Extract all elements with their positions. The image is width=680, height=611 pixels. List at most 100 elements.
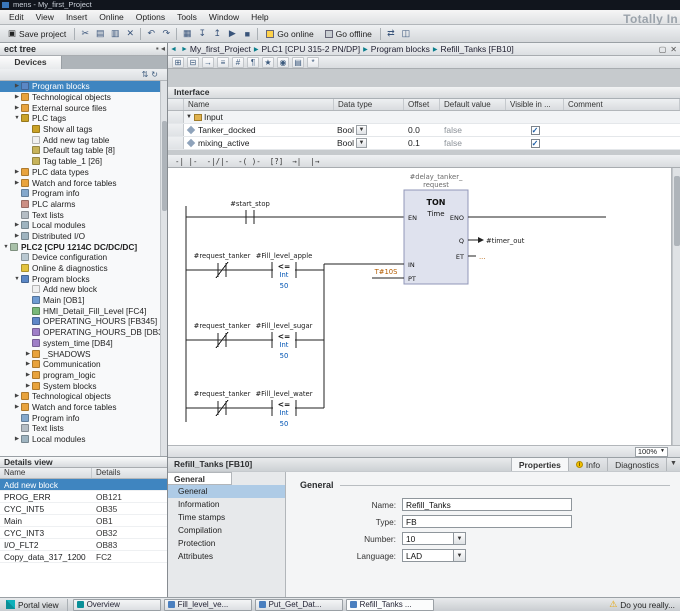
expand-arrow-icon[interactable]: ▶ [13,393,21,399]
expand-arrow-icon[interactable]: ▶ [24,383,32,389]
go-offline-button[interactable]: Go offline [320,27,377,41]
expand-arrow-icon[interactable]: ▶ [13,233,21,239]
menu-item[interactable]: Help [245,10,274,24]
number-dropdown-icon[interactable]: ▼ [454,532,466,545]
tree-item[interactable]: ▶ Distributed I/O [0,231,161,242]
expand-arrow-icon[interactable]: ▶ [24,361,32,367]
compare-operator[interactable]: <= [278,262,291,271]
details-row[interactable]: PROG_ERR OB121 [0,491,167,503]
interface-row-input-section[interactable]: ▼ Input [168,111,680,124]
tree-scrollbar-thumb[interactable] [162,121,167,211]
maximize-icon[interactable]: ▢ [659,45,667,54]
expand-arrow-icon[interactable]: ▼ [13,115,21,121]
variable-datatype[interactable]: Bool [337,138,354,148]
paste-icon[interactable]: ▥ [108,27,122,41]
upload-icon[interactable]: ↥ [210,27,224,41]
no-contact-icon[interactable]: -| |- [173,156,200,167]
interface-row-tanker-docked[interactable]: Tanker_docked Bool ▼ 0.0 false ✓ [168,124,680,137]
variable-name[interactable]: mixing_active [198,138,250,148]
comments-icon[interactable]: ¶ [247,57,259,68]
breadcrumb-item[interactable]: ▶ My_first_Project [190,44,251,54]
refresh-icon[interactable]: ↻ [151,70,158,79]
tree-item[interactable]: ▶ Technological objects [0,391,161,402]
editor-scrollbar-thumb[interactable] [674,176,680,246]
save-project-button[interactable]: ▣ Save project [3,27,71,41]
compile-icon[interactable]: ▦ [180,27,194,41]
compare-datatype[interactable]: Int [280,341,289,349]
editor-scrollbar[interactable] [672,168,680,445]
contact-request-tanker-operand[interactable]: #request_tanker [194,390,251,398]
tree-item[interactable]: ▶ Program blocks [0,81,161,92]
download-icon[interactable]: ↧ [195,27,209,41]
expand-arrow-icon[interactable]: ▶ [13,105,21,111]
insert-network-icon[interactable]: ⊞ [172,57,184,68]
menu-item[interactable]: Insert [60,10,93,24]
tree-item[interactable]: ▶ Local modules [0,434,161,445]
goto-icon[interactable]: → [202,57,214,68]
expand-arrow-icon[interactable]: ▶ [13,436,21,442]
crossref-icon[interactable]: ⇄ [384,27,398,41]
ladder-canvas[interactable]: #start_stop #delay_tanker_ request TON T… [168,168,672,445]
row-handle[interactable] [168,124,184,136]
properties-nav-item[interactable]: Attributes [168,550,285,563]
tab-properties[interactable]: Properties [511,458,568,471]
forward-icon[interactable]: ► [179,46,190,53]
visible-checkbox[interactable]: ✓ [531,139,540,148]
details-row[interactable]: Add new block [0,479,167,491]
datatype-dropdown-icon[interactable]: ▼ [356,125,367,135]
properties-nav-item[interactable]: Time stamps [168,511,285,524]
tab-devices[interactable]: Devices [0,56,62,69]
tree-item[interactable]: Program info [0,412,161,423]
variable-default[interactable]: false [440,138,506,148]
favorites-icon[interactable]: ★ [262,57,274,68]
compare-operator[interactable]: <= [278,400,291,409]
compare-value[interactable]: 50 [280,282,289,290]
timer-instance-name-line1[interactable]: #delay_tanker_ [410,173,463,181]
delete-icon[interactable]: ✕ [123,27,137,41]
tree-item[interactable]: Device configuration [0,252,161,263]
column-data-type[interactable]: Data type [334,99,404,110]
open-branch-icon[interactable]: →| [290,156,303,167]
tree-item[interactable]: PLC alarms [0,199,161,210]
variable-datatype[interactable]: Bool [337,125,354,135]
compare-operator[interactable]: <= [278,332,291,341]
expand-arrow-icon[interactable]: ▶ [24,351,32,357]
type-field[interactable] [402,515,572,528]
snapshot-icon[interactable]: ▤ [292,57,304,68]
go-online-button[interactable]: Go online [261,27,318,41]
details-row[interactable]: I/O_FLT2 OB83 [0,539,167,551]
compare-datatype[interactable]: Int [280,409,289,417]
close-icon[interactable]: ✕ [670,45,677,54]
column-header-details[interactable]: Details [92,468,167,478]
properties-side-tab[interactable]: General [168,472,232,485]
empty-box-icon[interactable]: [?] [268,156,286,167]
collapse-arrow-icon[interactable]: ▼ [186,114,192,120]
compare-operand[interactable]: #Fill_level_apple [256,252,313,260]
absolute-operands-icon[interactable]: # [232,57,244,68]
tree-item[interactable]: ▶ Technological objects [0,92,161,103]
tree-scrollbar[interactable] [160,81,167,456]
zoom-select[interactable]: 100% ▼ [635,447,668,457]
tree-item[interactable]: ▶ Watch and force tables [0,177,161,188]
details-row[interactable]: CYC_INT3 OB32 [0,527,167,539]
tree-item[interactable]: ▶ PLC data types [0,167,161,178]
collapse-inspector-icon[interactable]: ▼ [666,458,680,471]
undo-icon[interactable]: ↶ [144,27,158,41]
expand-arrow-icon[interactable]: ▶ [13,83,21,89]
tree-item[interactable]: ▼ PLC2 [CPU 1214C DC/DC/DC] [0,241,161,252]
expand-arrow-icon[interactable]: ▶ [24,372,32,378]
timer-q-operand[interactable]: #timer_out [486,237,525,245]
interface-row-mixing-active[interactable]: mixing_active Bool ▼ 0.1 false ✓ [168,137,680,150]
timer-et-operand[interactable]: ... [479,253,485,261]
column-comment[interactable]: Comment [564,99,680,110]
tree-item[interactable]: ▶ External source files [0,102,161,113]
collapse-panel-icon[interactable]: ◂ [161,44,165,53]
coil-icon[interactable]: -( )- [236,156,263,167]
expand-all-icon[interactable]: ≡ [217,57,229,68]
tab-diagnostics[interactable]: Diagnostics [607,458,666,471]
details-view-header[interactable]: Details view [0,456,167,468]
tree-item[interactable]: Text lists [0,209,161,220]
tree-item[interactable]: ▶ _SHADOWS [0,348,161,359]
tree-item[interactable]: Add new tag table [0,134,161,145]
compare-operand[interactable]: #Fill_level_sugar [256,322,313,330]
